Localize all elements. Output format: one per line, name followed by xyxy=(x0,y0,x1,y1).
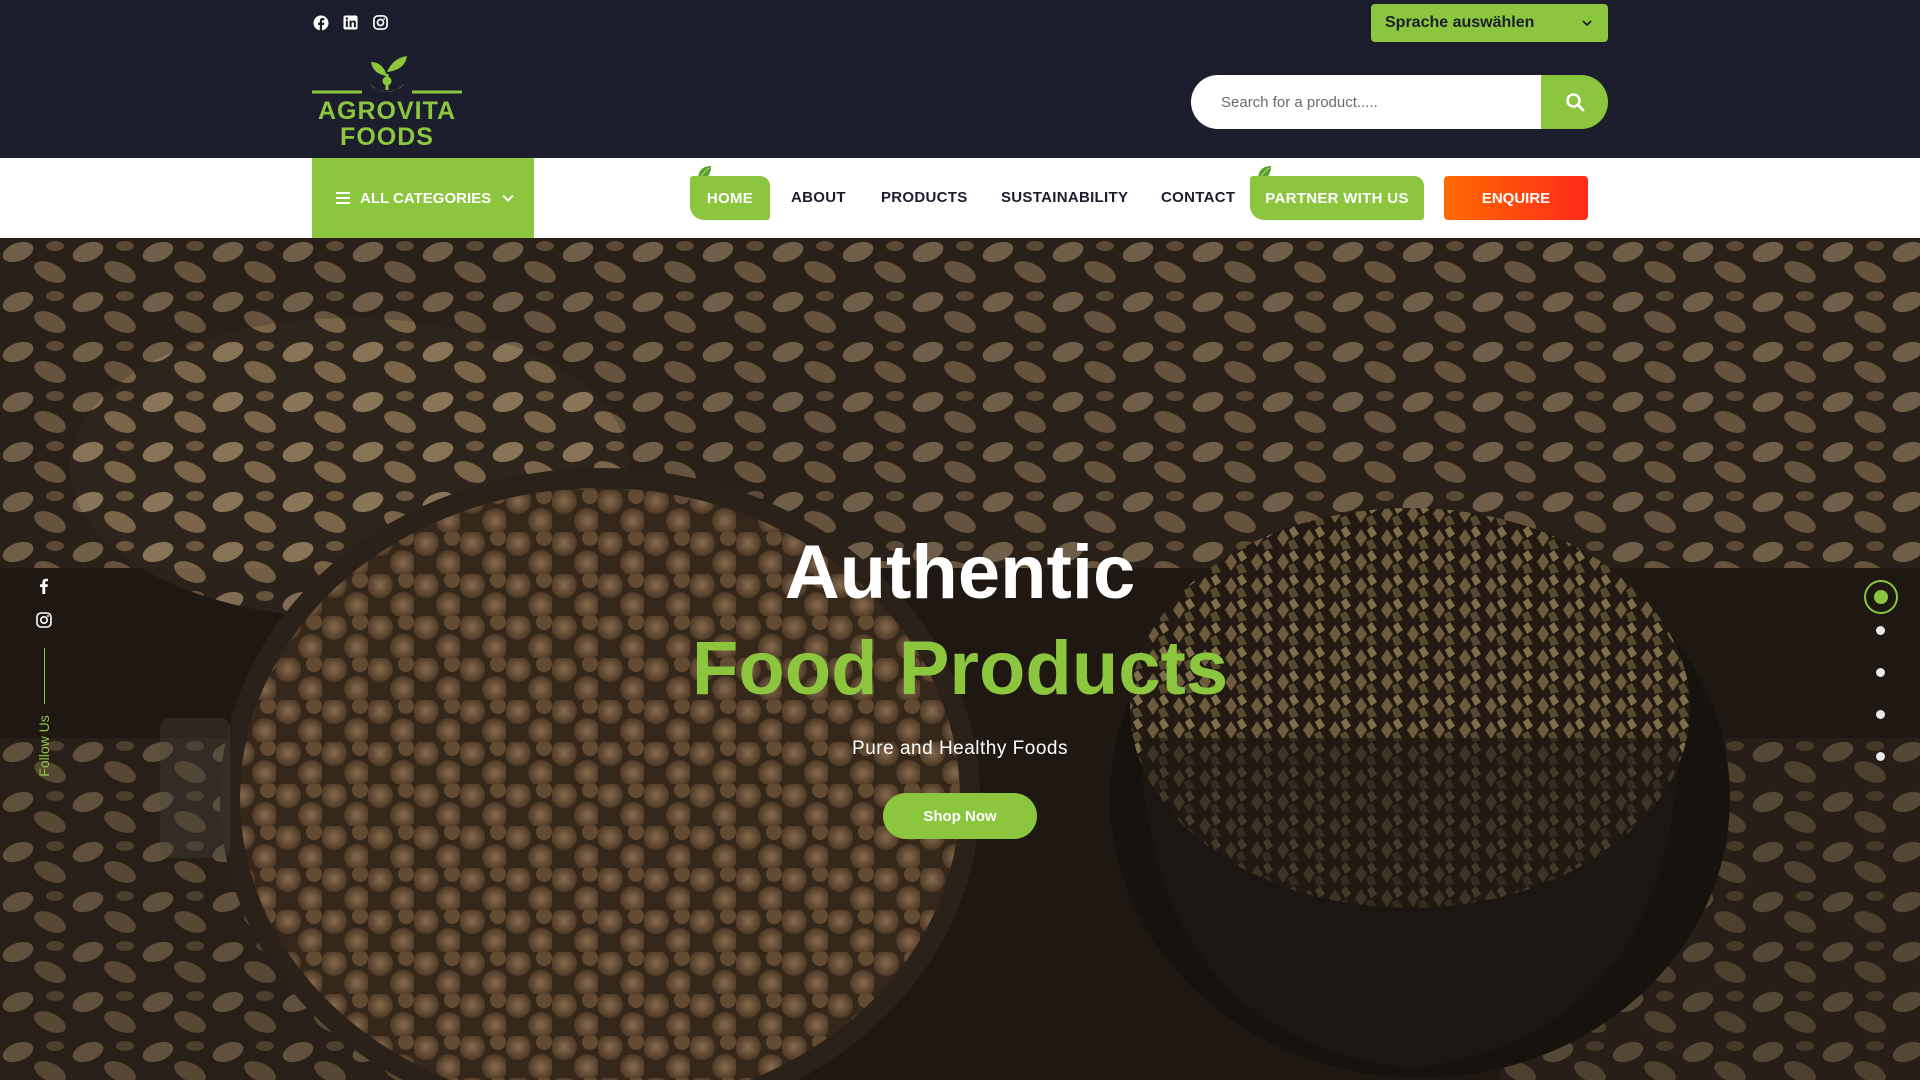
sprout-logo-icon xyxy=(312,56,462,94)
hero-subtitle: Pure and Healthy Foods xyxy=(852,738,1068,759)
search-bar xyxy=(1191,75,1608,129)
all-categories-label: ALL CATEGORIES xyxy=(360,189,492,207)
hero-slider: Authentic Food Products Pure and Healthy… xyxy=(0,238,1920,1080)
language-select-label: Sprache auswählen xyxy=(1385,14,1535,31)
slider-pagination xyxy=(1864,580,1898,770)
hero-title-line2: Food Products xyxy=(691,626,1229,711)
logo-text-line2: FOODS xyxy=(340,123,434,151)
site-header: AGROVITA FOODS xyxy=(0,46,1920,158)
chevron-down-icon xyxy=(1582,20,1592,27)
nav-contact[interactable]: CONTACT xyxy=(1161,186,1235,210)
top-social-links xyxy=(312,14,389,31)
logo-text-line1: AGROVITA xyxy=(317,97,457,125)
nav-sustainability[interactable]: SUSTAINABILITY xyxy=(1001,186,1128,210)
search-button[interactable] xyxy=(1541,75,1608,129)
menu-icon xyxy=(336,192,350,204)
slide-dot-4[interactable] xyxy=(1876,710,1885,719)
top-bar: Sprache auswählen xyxy=(0,0,1920,46)
search-icon xyxy=(1565,93,1584,112)
slide-dot-5[interactable] xyxy=(1876,752,1885,761)
follow-us-sidebar: Follow Us xyxy=(30,578,60,778)
slide-dot-3[interactable] xyxy=(1876,668,1885,677)
search-input[interactable] xyxy=(1191,75,1561,129)
chevron-down-icon xyxy=(502,194,514,202)
nav-home[interactable]: HOME xyxy=(690,176,770,220)
logo[interactable]: AGROVITA FOODS xyxy=(310,54,464,150)
enquire-button[interactable]: ENQUIRE xyxy=(1444,176,1588,220)
nav-products[interactable]: PRODUCTS xyxy=(881,186,968,210)
instagram-icon[interactable] xyxy=(372,14,389,31)
facebook-icon[interactable] xyxy=(312,14,329,31)
nav-about[interactable]: ABOUT xyxy=(791,186,846,210)
shop-now-button[interactable]: Shop Now xyxy=(883,793,1037,839)
slide-dot-2[interactable] xyxy=(1876,626,1885,635)
all-categories-button[interactable]: ALL CATEGORIES xyxy=(312,158,534,238)
hero-title-line1: Authentic xyxy=(784,530,1136,615)
follow-divider xyxy=(44,648,45,704)
nav-partner-with-us[interactable]: PARTNER WITH US xyxy=(1250,176,1424,220)
facebook-icon[interactable] xyxy=(36,578,52,594)
slide-dot-1-active[interactable] xyxy=(1864,580,1898,614)
linkedin-icon[interactable] xyxy=(342,14,359,31)
main-navbar: ALL CATEGORIES HOME ABOUT PRODUCTS SUSTA… xyxy=(0,158,1920,238)
instagram-icon[interactable] xyxy=(36,612,52,628)
follow-us-label: Follow Us xyxy=(36,715,52,777)
language-select[interactable]: Sprache auswählen xyxy=(1371,4,1608,42)
